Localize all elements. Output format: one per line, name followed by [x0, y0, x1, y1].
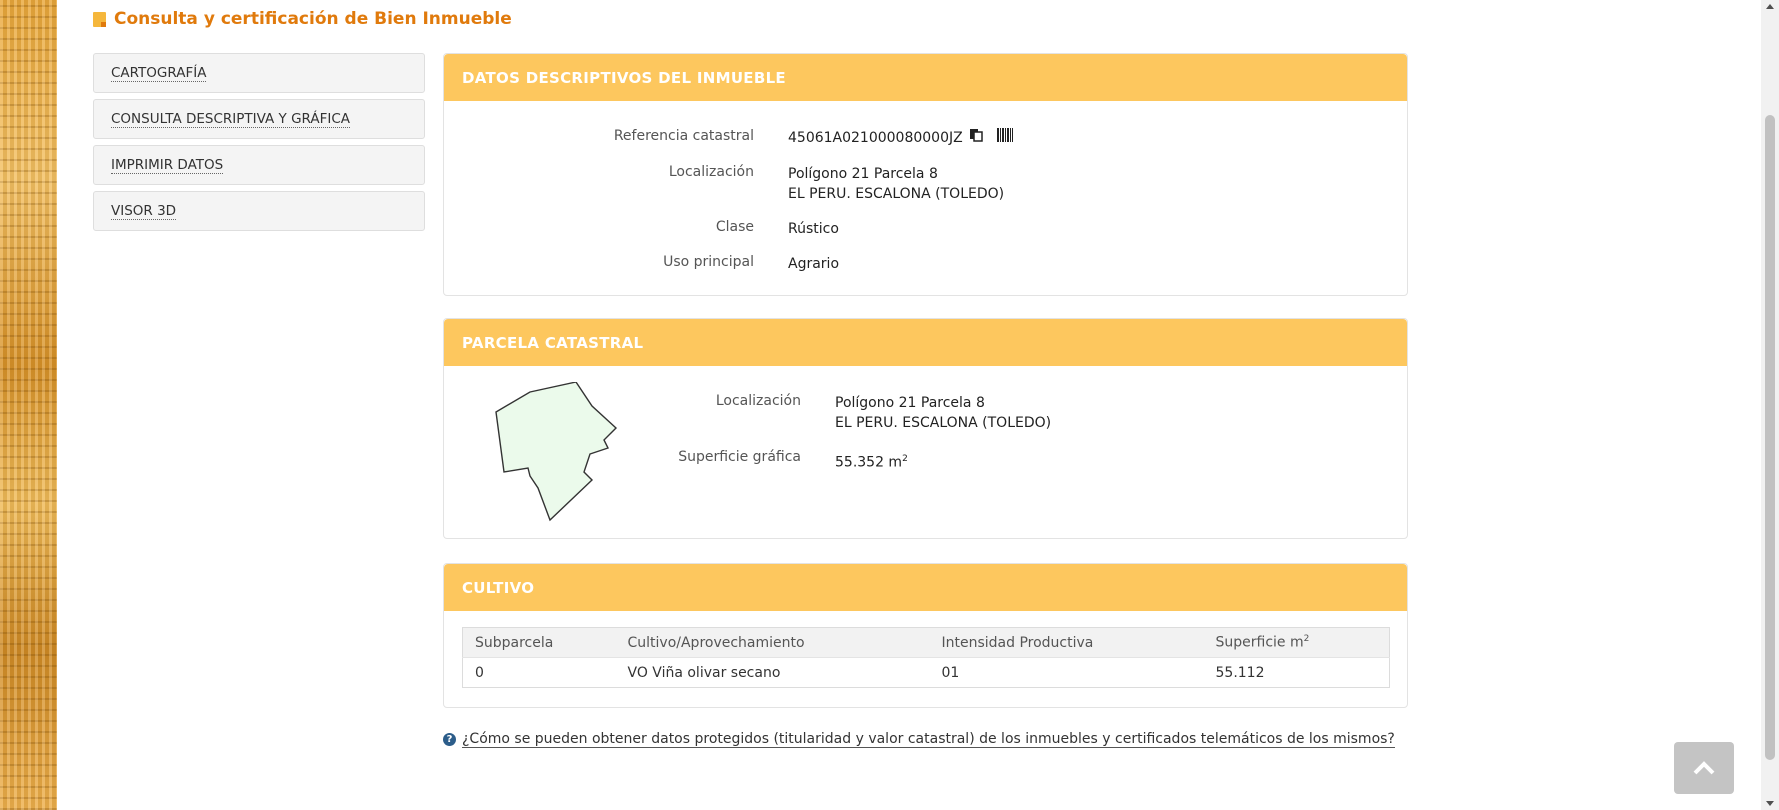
table-row: 0 VO Viña olivar secano 01 55.112: [462, 657, 1390, 688]
menu-item-label[interactable]: VISOR 3D: [111, 203, 177, 220]
document-icon: [93, 11, 106, 27]
menu-item-consulta[interactable]: CONSULTA DESCRIPTIVA Y GRÁFICA: [93, 99, 425, 139]
clase-label: Clase: [715, 219, 754, 235]
menu-item-visor-3d[interactable]: VISOR 3D: [93, 191, 425, 231]
menu-item-label[interactable]: IMPRIMIR DATOS: [111, 157, 224, 174]
loc-line1: Polígono 21 Parcela 8: [788, 166, 938, 182]
uso-value: Agrario: [788, 256, 840, 272]
cell-superficie: 55.112: [1203, 657, 1390, 688]
ref-value: 45061A021000080000JZ: [788, 130, 963, 146]
col-cultivo: Cultivo/Aprovechamiento: [615, 627, 930, 658]
col-intensidad: Intensidad Productiva: [929, 627, 1204, 658]
menu-item-cartografia[interactable]: CARTOGRAFÍA: [93, 53, 425, 93]
decorative-side-image: [0, 0, 57, 810]
clase-value: Rústico: [788, 221, 839, 237]
col-superficie-exponent: 2: [1303, 634, 1310, 645]
loc-label: Localización: [668, 164, 754, 180]
cell-intensidad: 01: [929, 657, 1204, 688]
scroll-down-arrow-icon[interactable]: [1766, 801, 1774, 806]
scroll-to-top-button[interactable]: [1674, 742, 1734, 794]
menu-item-imprimir[interactable]: IMPRIMIR DATOS: [93, 145, 425, 185]
cultivo-table: Subparcela Cultivo/Aprovechamiento Inten…: [462, 627, 1390, 688]
panel-header: CULTIVO: [444, 564, 1407, 611]
question-circle-icon: ?: [443, 733, 456, 746]
superficie-number: 55.352 m: [835, 454, 903, 471]
page-title-text: Consulta y certificación de Bien Inmuebl…: [114, 9, 512, 29]
superficie-unit-exponent: 2: [902, 454, 908, 464]
loc-line2: EL PERU. ESCALONA (TOLEDO): [788, 186, 1005, 202]
col-superficie-text: Superficie m: [1215, 634, 1304, 651]
page-title: Consulta y certificación de Bien Inmuebl…: [93, 9, 512, 29]
cultivo-panel: CULTIVO Subparcela Cultivo/Aprovechamien…: [443, 563, 1408, 708]
parcela-loc-line2: EL PERU. ESCALONA (TOLEDO): [835, 415, 1052, 431]
cell-subparcela: 0: [462, 657, 616, 688]
panel-header: PARCELA CATASTRAL: [444, 319, 1407, 366]
ref-label: Referencia catastral: [613, 128, 754, 144]
datos-descriptivos-panel: DATOS DESCRIPTIVOS DEL INMUEBLE Referenc…: [443, 53, 1408, 296]
scroll-up-arrow-icon[interactable]: [1766, 4, 1774, 9]
superficie-label: Superficie gráfica: [678, 449, 801, 465]
table-header-row: Subparcela Cultivo/Aprovechamiento Inten…: [462, 627, 1390, 658]
menu-item-label[interactable]: CARTOGRAFÍA: [111, 65, 207, 82]
parcela-loc-label: Localización: [715, 393, 801, 409]
col-subparcela: Subparcela: [462, 627, 616, 658]
help-line: ? ¿Cómo se pueden obtener datos protegid…: [443, 731, 1395, 748]
cell-cultivo: VO Viña olivar secano: [615, 657, 930, 688]
side-menu: CARTOGRAFÍA CONSULTA DESCRIPTIVA Y GRÁFI…: [93, 53, 425, 237]
superficie-value: 55.352 m2: [835, 449, 908, 473]
scroll-thumb[interactable]: [1765, 115, 1775, 760]
menu-item-label[interactable]: CONSULTA DESCRIPTIVA Y GRÁFICA: [111, 111, 351, 128]
uso-label: Uso principal: [663, 254, 754, 270]
parcela-catastral-panel: PARCELA CATASTRAL Localización Polígono …: [443, 318, 1408, 539]
chevron-up-icon: [1693, 761, 1715, 775]
copy-icon[interactable]: [969, 128, 983, 148]
help-link[interactable]: ¿Cómo se pueden obtener datos protegidos…: [462, 731, 1395, 748]
barcode-icon[interactable]: [996, 128, 1013, 148]
scrollbar[interactable]: [1761, 0, 1779, 810]
col-superficie: Superficie m2: [1203, 627, 1390, 658]
panel-header: DATOS DESCRIPTIVOS DEL INMUEBLE: [444, 54, 1407, 101]
parcela-loc-line1: Polígono 21 Parcela 8: [835, 395, 985, 411]
